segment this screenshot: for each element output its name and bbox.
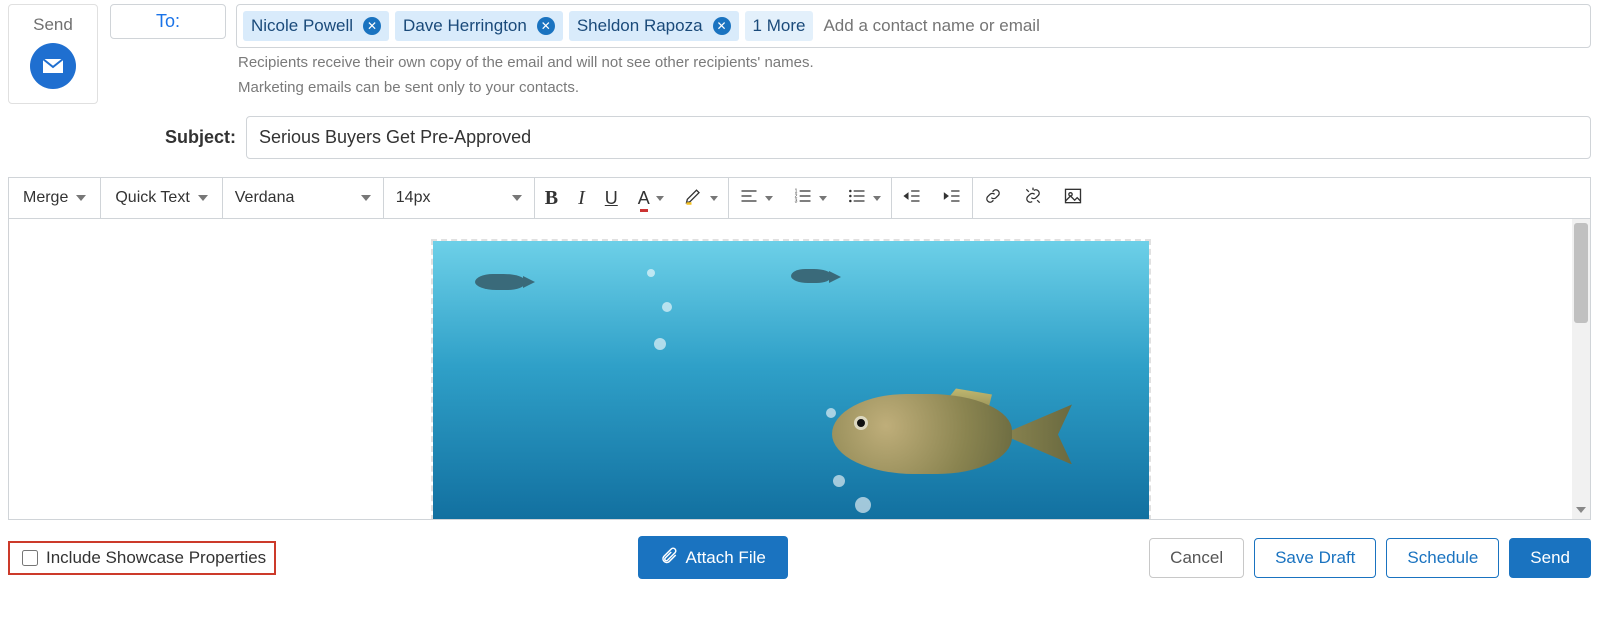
editor-scrollbar[interactable] <box>1572 219 1590 519</box>
chevron-down-icon <box>656 196 664 201</box>
add-recipient-input[interactable] <box>819 10 1584 42</box>
more-recipients-chip[interactable]: 1 More <box>745 11 814 41</box>
recipients-field[interactable]: Nicole Powell ✕ Dave Herrington ✕ Sheldo… <box>236 4 1591 48</box>
hero-image <box>433 241 1149 519</box>
remove-link-button[interactable] <box>1013 178 1053 218</box>
scroll-down-icon[interactable] <box>1572 501 1590 519</box>
link-icon <box>983 186 1003 211</box>
schedule-button[interactable]: Schedule <box>1386 538 1499 578</box>
outdent-button[interactable] <box>892 178 932 218</box>
attach-file-button[interactable]: Attach File <box>638 536 788 579</box>
more-recipients-label: 1 More <box>753 16 806 36</box>
chevron-down-icon <box>76 195 86 201</box>
unordered-list-icon <box>847 186 867 211</box>
ordered-list-button[interactable]: 123 <box>783 178 837 218</box>
recipient-chip-label: Sheldon Rapoza <box>577 16 703 36</box>
remove-recipient-icon[interactable]: ✕ <box>537 17 555 35</box>
chevron-down-icon <box>361 195 371 201</box>
chevron-down-icon <box>710 196 718 201</box>
chevron-down-icon <box>512 195 522 201</box>
recipient-chip-label: Dave Herrington <box>403 16 527 36</box>
chevron-down-icon <box>819 196 827 201</box>
indent-button[interactable] <box>932 178 972 218</box>
cancel-button[interactable]: Cancel <box>1149 538 1244 578</box>
chevron-down-icon <box>873 196 881 201</box>
merge-dropdown[interactable]: Merge <box>9 178 100 218</box>
editor-toolbar: Merge Quick Text Verdana 14px B I U A <box>8 177 1591 218</box>
recipient-chip-label: Nicole Powell <box>251 16 353 36</box>
scrollbar-thumb[interactable] <box>1574 223 1588 323</box>
recipient-chip[interactable]: Dave Herrington ✕ <box>395 11 563 41</box>
include-showcase-label: Include Showcase Properties <box>46 548 266 568</box>
chevron-down-icon <box>198 195 208 201</box>
highlight-button[interactable] <box>674 178 728 218</box>
unordered-list-button[interactable] <box>837 178 891 218</box>
font-color-icon: A <box>638 188 650 209</box>
attach-file-label: Attach File <box>686 548 766 568</box>
to-button[interactable]: To: <box>110 4 226 39</box>
insert-image-button[interactable] <box>1053 178 1093 218</box>
align-button[interactable] <box>729 178 783 218</box>
font-color-button[interactable]: A <box>628 178 674 218</box>
ordered-list-icon: 123 <box>793 186 813 211</box>
recipient-chip[interactable]: Nicole Powell ✕ <box>243 11 389 41</box>
subject-label: Subject: <box>110 127 236 148</box>
font-family-value: Verdana <box>235 189 295 207</box>
editor-body[interactable] <box>9 219 1572 519</box>
subject-input[interactable] <box>246 116 1591 159</box>
remove-recipient-icon[interactable]: ✕ <box>363 17 381 35</box>
font-family-select[interactable]: Verdana <box>223 178 383 218</box>
include-showcase-input[interactable] <box>22 550 38 566</box>
image-icon <box>1063 186 1083 211</box>
send-panel-label: Send <box>27 15 79 35</box>
insert-link-button[interactable] <box>973 178 1013 218</box>
recipients-hint-2: Marketing emails can be sent only to you… <box>238 77 1591 98</box>
quick-text-dropdown[interactable]: Quick Text <box>101 178 221 218</box>
send-panel[interactable]: Send <box>8 4 98 104</box>
content-image-frame[interactable] <box>431 239 1151 519</box>
underline-letter: U <box>605 188 618 209</box>
recipients-hint-1: Recipients receive their own copy of the… <box>238 52 1591 73</box>
paperclip-icon <box>660 546 686 569</box>
svg-text:3: 3 <box>794 198 797 204</box>
font-size-value: 14px <box>396 189 431 207</box>
merge-label: Merge <box>23 189 68 207</box>
send-button[interactable]: Send <box>1509 538 1591 578</box>
recipient-chip[interactable]: Sheldon Rapoza ✕ <box>569 11 739 41</box>
align-icon <box>739 186 759 211</box>
chevron-down-icon <box>765 196 773 201</box>
mail-icon <box>30 43 76 89</box>
italic-button[interactable]: I <box>568 178 595 218</box>
underline-button[interactable]: U <box>595 178 628 218</box>
save-draft-button[interactable]: Save Draft <box>1254 538 1376 578</box>
bold-button[interactable]: B <box>535 178 568 218</box>
highlight-icon <box>684 186 704 211</box>
include-showcase-checkbox[interactable]: Include Showcase Properties <box>8 541 276 575</box>
unlink-icon <box>1023 186 1043 211</box>
font-size-select[interactable]: 14px <box>384 178 534 218</box>
remove-recipient-icon[interactable]: ✕ <box>713 17 731 35</box>
outdent-icon <box>902 186 922 211</box>
indent-icon <box>942 186 962 211</box>
quick-text-label: Quick Text <box>115 189 189 207</box>
